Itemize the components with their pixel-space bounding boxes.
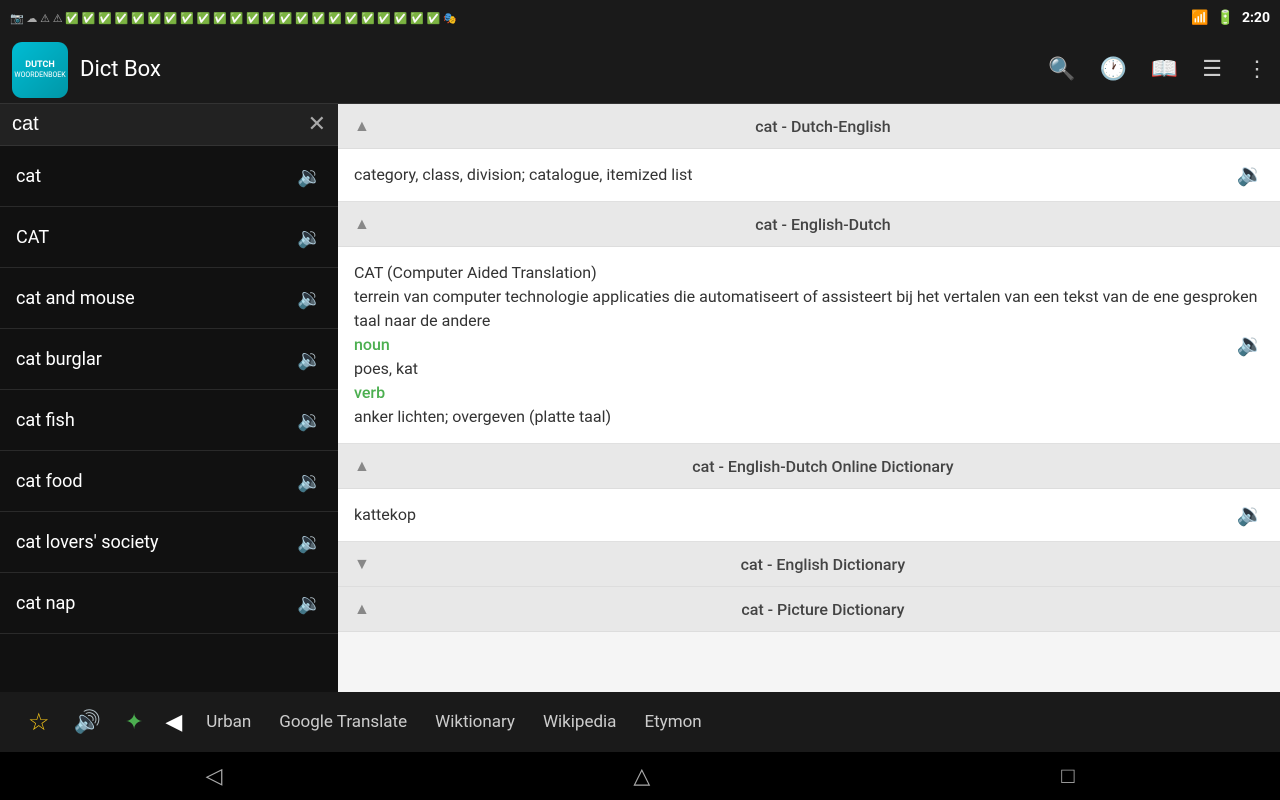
section-speaker-icon[interactable]: 🔉 bbox=[1237, 333, 1264, 358]
nav-bar: ◁ △ □ bbox=[0, 752, 1280, 800]
sidebar-item-label: cat fish bbox=[16, 410, 75, 431]
sidebar-item[interactable]: cat 🔉 bbox=[0, 146, 338, 207]
back-nav-button[interactable]: ◀ bbox=[155, 710, 192, 735]
status-bar: 📷 ☁ ⚠ ⚠ ✅ ✅ ✅ ✅ ✅ ✅ ✅ ✅ ✅ ✅ ✅ ✅ ✅ ✅ ✅ ✅ … bbox=[0, 0, 1280, 36]
section-body-dutch-english: category, class, division; catalogue, it… bbox=[338, 149, 1280, 202]
section-body-english-dutch: CAT (Computer Aided Translation)terrein … bbox=[338, 247, 1280, 444]
clear-button[interactable]: ✕ bbox=[308, 112, 326, 137]
chevron-icon: ▼ bbox=[354, 554, 370, 574]
sidebar-item-label: cat nap bbox=[16, 593, 75, 614]
notification-icons: 📷 ☁ ⚠ ⚠ ✅ ✅ ✅ ✅ ✅ ✅ ✅ ✅ ✅ ✅ ✅ ✅ ✅ ✅ ✅ ✅ … bbox=[10, 12, 457, 25]
section-header-english-dutch[interactable]: ▲ cat - English-Dutch bbox=[338, 202, 1280, 247]
section-header-dutch-english[interactable]: ▲ cat - Dutch-English bbox=[338, 104, 1280, 149]
toolbar-link-urban[interactable]: Urban bbox=[192, 712, 265, 732]
sidebar: ✕ cat 🔉 CAT 🔉 cat and mouse 🔉 cat burgla… bbox=[0, 104, 338, 692]
section-title: cat - English Dictionary bbox=[382, 555, 1264, 574]
sidebar-item-label: CAT bbox=[16, 227, 49, 248]
chevron-icon: ▲ bbox=[354, 214, 370, 234]
search-bar: ✕ bbox=[0, 104, 338, 146]
sidebar-item-label: cat food bbox=[16, 471, 83, 492]
section-speaker-icon[interactable]: 🔉 bbox=[1237, 163, 1264, 188]
item-speaker-icon[interactable]: 🔉 bbox=[297, 408, 322, 432]
sidebar-item-label: cat bbox=[16, 166, 41, 187]
home-button[interactable]: △ bbox=[633, 764, 650, 789]
section-body-online-dictionary: kattekop🔉 bbox=[338, 489, 1280, 542]
chevron-icon: ▲ bbox=[354, 599, 370, 619]
logo-line2: WOORDENBOEK bbox=[14, 71, 65, 79]
search-input[interactable] bbox=[12, 113, 308, 136]
chevron-icon: ▲ bbox=[354, 116, 370, 136]
sidebar-item[interactable]: cat nap 🔉 bbox=[0, 573, 338, 634]
item-speaker-icon[interactable]: 🔉 bbox=[297, 530, 322, 554]
search-button[interactable]: 🔍 bbox=[1048, 57, 1075, 82]
magic-button[interactable]: ✦ bbox=[113, 710, 155, 735]
section-title: cat - English-Dutch bbox=[382, 215, 1264, 234]
sidebar-item[interactable]: CAT 🔉 bbox=[0, 207, 338, 268]
item-speaker-icon[interactable]: 🔉 bbox=[297, 347, 322, 371]
app-bar-icons: 🔍 🕐 📖 ☰ ⋮ bbox=[1048, 57, 1268, 82]
toolbar-link-etymon[interactable]: Etymon bbox=[630, 712, 715, 732]
item-speaker-icon[interactable]: 🔉 bbox=[297, 286, 322, 310]
favorite-button[interactable]: ☆ bbox=[16, 708, 62, 736]
app-logo: DUTCH WOORDENBOEK bbox=[12, 42, 68, 98]
time-display: 2:20 bbox=[1242, 10, 1270, 26]
section-title: cat - Picture Dictionary bbox=[382, 600, 1264, 619]
item-speaker-icon[interactable]: 🔉 bbox=[297, 591, 322, 615]
section-header-english-dictionary[interactable]: ▼ cat - English Dictionary bbox=[338, 542, 1280, 587]
app-title: Dict Box bbox=[80, 57, 1036, 82]
wifi-icon: 📶 bbox=[1191, 10, 1208, 26]
item-speaker-icon[interactable]: 🔉 bbox=[297, 469, 322, 493]
toolbar-link-wiktionary[interactable]: Wiktionary bbox=[421, 712, 529, 732]
sidebar-item[interactable]: cat food 🔉 bbox=[0, 451, 338, 512]
chevron-icon: ▲ bbox=[354, 456, 370, 476]
sidebar-item[interactable]: cat burglar 🔉 bbox=[0, 329, 338, 390]
sidebar-list: cat 🔉 CAT 🔉 cat and mouse 🔉 cat burglar … bbox=[0, 146, 338, 692]
back-button[interactable]: ◁ bbox=[205, 764, 222, 789]
content-area: ▲ cat - Dutch-English category, class, d… bbox=[338, 104, 1280, 692]
book-button[interactable]: 📖 bbox=[1151, 57, 1178, 82]
main-layout: ✕ cat 🔉 CAT 🔉 cat and mouse 🔉 cat burgla… bbox=[0, 104, 1280, 692]
status-right: 📶 🔋 2:20 bbox=[1191, 10, 1270, 26]
item-speaker-icon[interactable]: 🔉 bbox=[297, 164, 322, 188]
section-title: cat - Dutch-English bbox=[382, 117, 1264, 136]
speaker-button[interactable]: 🔊 bbox=[62, 710, 113, 735]
sidebar-item[interactable]: cat lovers' society 🔉 bbox=[0, 512, 338, 573]
section-header-online-dictionary[interactable]: ▲ cat - English-Dutch Online Dictionary bbox=[338, 444, 1280, 489]
section-speaker-icon[interactable]: 🔉 bbox=[1237, 503, 1264, 528]
sidebar-item-label: cat lovers' society bbox=[16, 532, 159, 553]
sidebar-item-label: cat burglar bbox=[16, 349, 102, 370]
toolbar-link-google-translate[interactable]: Google Translate bbox=[265, 712, 421, 732]
section-title: cat - English-Dutch Online Dictionary bbox=[382, 457, 1264, 476]
more-button[interactable]: ⋮ bbox=[1246, 57, 1268, 82]
battery-icon: 🔋 bbox=[1217, 10, 1234, 26]
sidebar-item[interactable]: cat and mouse 🔉 bbox=[0, 268, 338, 329]
section-header-picture-dictionary[interactable]: ▲ cat - Picture Dictionary bbox=[338, 587, 1280, 632]
sidebar-item[interactable]: cat fish 🔉 bbox=[0, 390, 338, 451]
app-bar: DUTCH WOORDENBOEK Dict Box 🔍 🕐 📖 ☰ ⋮ bbox=[0, 36, 1280, 104]
bottom-toolbar: ☆ 🔊 ✦ ◀ UrbanGoogle TranslateWiktionaryW… bbox=[0, 692, 1280, 752]
recents-button[interactable]: □ bbox=[1061, 763, 1074, 789]
toolbar-link-wikipedia[interactable]: Wikipedia bbox=[529, 712, 631, 732]
menu-button[interactable]: ☰ bbox=[1202, 57, 1222, 82]
history-button[interactable]: 🕐 bbox=[1099, 57, 1126, 82]
sidebar-item-label: cat and mouse bbox=[16, 288, 135, 309]
logo-line1: DUTCH bbox=[25, 60, 54, 71]
item-speaker-icon[interactable]: 🔉 bbox=[297, 225, 322, 249]
